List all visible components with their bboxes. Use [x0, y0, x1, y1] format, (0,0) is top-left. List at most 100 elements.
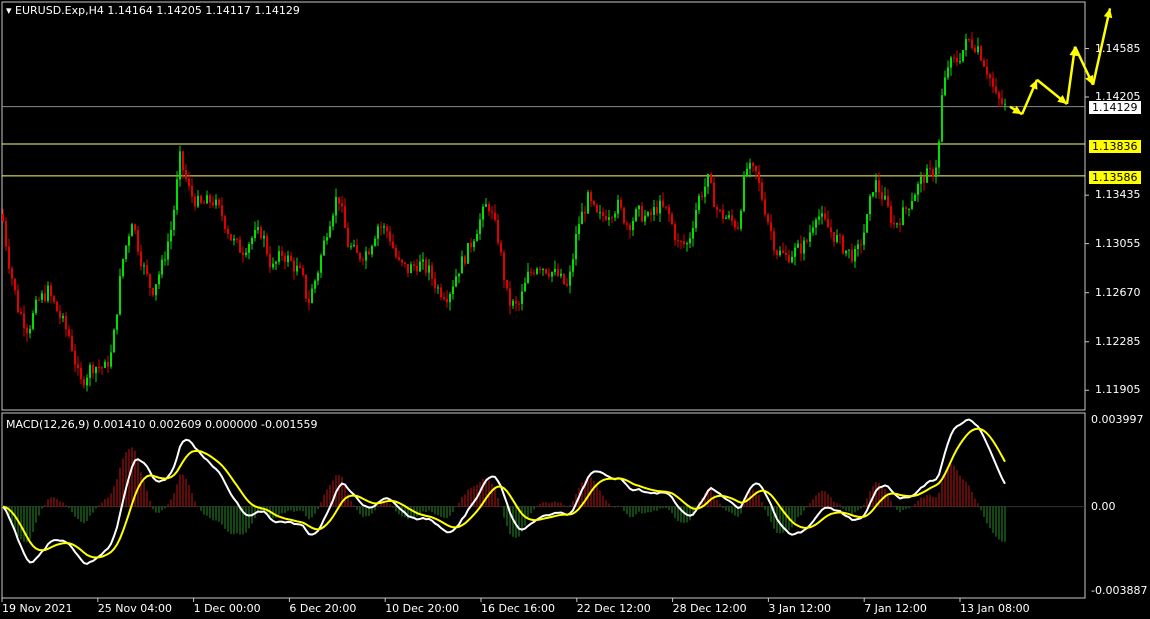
candle-body: [605, 216, 607, 220]
candle-body: [554, 269, 556, 273]
candle-body: [914, 194, 916, 202]
candle-body: [485, 204, 487, 207]
candle-body: [728, 215, 730, 218]
candle-body: [302, 268, 304, 275]
candle-body: [632, 220, 634, 231]
candle-body: [869, 196, 871, 215]
candle-body: [338, 197, 340, 204]
candle-body: [944, 77, 946, 96]
candle-body: [158, 274, 160, 285]
candle-body: [989, 74, 991, 79]
candle-body: [119, 276, 121, 315]
candle-body: [170, 229, 172, 242]
candle-body: [833, 232, 835, 242]
candle-body: [638, 205, 640, 210]
candle-body: [830, 227, 832, 233]
candle-body: [590, 192, 592, 201]
candle-body: [59, 311, 61, 319]
candle-body: [851, 249, 853, 262]
price-tick-label: 1.12670: [1095, 285, 1141, 299]
candle-body: [962, 50, 964, 62]
candle-body: [533, 272, 535, 274]
candle-body: [509, 288, 511, 306]
level-label-lower: 1.13586: [1089, 171, 1141, 184]
candle-body: [173, 209, 175, 230]
candle-body: [1001, 98, 1003, 105]
candle-body: [56, 301, 58, 312]
candle-body: [452, 286, 454, 295]
candle-body: [461, 256, 463, 274]
candle-body: [86, 377, 88, 386]
price-panel-frame: [1, 1, 1086, 411]
candle-body: [8, 246, 10, 269]
candle-body: [887, 195, 889, 207]
candle-body: [572, 259, 574, 272]
candle-body: [608, 217, 610, 220]
candle-body: [152, 287, 154, 296]
candle-body: [434, 278, 436, 289]
candle-body: [809, 232, 811, 242]
candle-body: [788, 255, 790, 263]
collapse-triangle-icon[interactable]: ▾: [6, 4, 12, 17]
candle-body: [41, 293, 43, 300]
candle-body: [395, 248, 397, 258]
candle-body: [188, 178, 190, 186]
candle-body: [839, 235, 841, 237]
candle-body: [161, 259, 163, 275]
candle-body: [980, 46, 982, 61]
candle-body: [167, 241, 169, 260]
candle-body: [242, 252, 244, 256]
candle-body: [224, 216, 226, 229]
candle-body: [146, 265, 148, 275]
candle-body: [272, 263, 274, 268]
candle-body: [236, 238, 238, 240]
candle-body: [548, 273, 550, 277]
candle-body: [179, 151, 181, 180]
candle-body: [812, 227, 814, 233]
candle-body: [197, 195, 199, 207]
candle-body: [617, 199, 619, 214]
candle-body: [794, 247, 796, 257]
candle-body: [425, 259, 427, 273]
candle-body: [476, 233, 478, 242]
candle-body: [260, 227, 262, 239]
candle-body: [515, 300, 517, 304]
candle-body: [998, 92, 1000, 99]
candle-body: [113, 329, 115, 353]
candle-body: [293, 260, 295, 272]
candle-body: [422, 259, 424, 262]
candle-body: [230, 234, 232, 241]
candle-body: [284, 255, 286, 262]
candle-body: [122, 259, 124, 277]
candle-body: [896, 223, 898, 225]
candle-body: [275, 261, 277, 264]
candle-body: [767, 214, 769, 223]
candle-body: [95, 367, 97, 374]
candle-body: [911, 201, 913, 209]
candle-body: [722, 209, 724, 219]
candle-body: [377, 226, 379, 239]
price-tick-label: 1.11905: [1095, 383, 1141, 397]
candle-body: [191, 185, 193, 197]
candle-body: [965, 39, 967, 51]
candle-body: [620, 199, 622, 208]
time-tick-label: 3 Jan 12:00: [768, 602, 832, 615]
candle-body: [350, 246, 352, 248]
price-chart[interactable]: [0, 0, 1150, 619]
candle-body: [374, 238, 376, 246]
candle-body: [797, 243, 799, 248]
candle-body: [821, 213, 823, 217]
candle-body: [725, 217, 727, 219]
candle-body: [521, 291, 523, 304]
candle-body: [701, 195, 703, 197]
candle-body: [740, 210, 742, 229]
candle-body: [671, 214, 673, 225]
candle-body: [614, 213, 616, 218]
candle-body: [881, 192, 883, 200]
candle-body: [698, 195, 700, 211]
macd-main-line: [2, 418, 1006, 566]
candle-body: [281, 251, 283, 256]
candle-body: [140, 251, 142, 267]
candle-body: [326, 237, 328, 241]
candle-body: [362, 259, 364, 261]
